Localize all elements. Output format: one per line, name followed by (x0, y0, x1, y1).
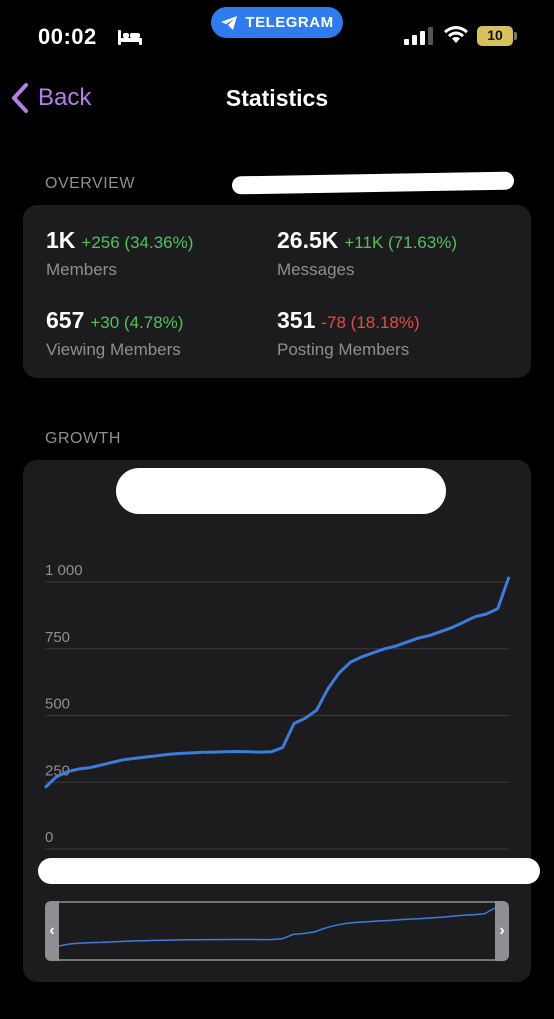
stat-messages: 26.5K +11K (71.63%) Messages (277, 227, 457, 280)
telegram-icon (221, 15, 238, 30)
status-time: 00:02 (38, 24, 97, 49)
stat-label: Messages (277, 260, 355, 279)
cellular-signal-icon (404, 27, 433, 45)
y-tick-label: 750 (45, 629, 70, 646)
wifi-icon (444, 26, 468, 43)
redacted-x-axis-labels (38, 858, 540, 884)
range-handle-left[interactable]: ‹ (45, 901, 59, 961)
stat-label: Posting Members (277, 340, 410, 359)
telegram-pill[interactable]: TELEGRAM (211, 7, 343, 38)
y-tick-label: 0 (45, 829, 53, 846)
stat-value: 657 (46, 307, 85, 333)
y-tick-label: 500 (45, 696, 70, 713)
range-handle-right[interactable]: › (495, 901, 509, 961)
stat-value: 351 (277, 307, 316, 333)
battery-icon: 10 (477, 26, 517, 46)
overview-header: OVERVIEW (45, 175, 135, 192)
stat-change: -78 (18.18%) (321, 313, 420, 332)
chart-range-selector[interactable] (45, 901, 509, 961)
overview-card: 1K +256 (34.36%) Members 26.5K +11K (71.… (23, 205, 531, 378)
stat-members: 1K +256 (34.36%) Members (46, 227, 193, 280)
stat-value: 1K (46, 227, 76, 253)
growth-card: 1 000 750 500 250 0 ‹ › (23, 460, 540, 982)
stat-value: 26.5K (277, 227, 339, 253)
telegram-pill-label: TELEGRAM (245, 14, 334, 31)
stat-label: Members (46, 260, 117, 279)
sleep-focus-icon (118, 30, 142, 45)
stat-viewing-members: 657 +30 (4.78%) Viewing Members (46, 307, 183, 360)
page-title: Statistics (225, 85, 329, 111)
mini-series-line (58, 907, 496, 947)
stat-label: Viewing Members (46, 340, 181, 359)
growth-header: GROWTH (45, 430, 121, 447)
battery-level: 10 (487, 27, 503, 43)
stat-change: +256 (34.36%) (81, 233, 194, 252)
redacted-date-range (231, 171, 515, 195)
y-tick-label: 1 000 (45, 562, 83, 579)
stat-change: +30 (4.78%) (90, 313, 184, 332)
range-window[interactable] (57, 901, 497, 961)
growth-chart: 1 0007505002500 (43, 562, 511, 850)
members-series-line (43, 576, 511, 789)
stat-posting-members: 351 -78 (18.18%) Posting Members (277, 307, 420, 360)
stat-change: +11K (71.63%) (344, 233, 457, 252)
